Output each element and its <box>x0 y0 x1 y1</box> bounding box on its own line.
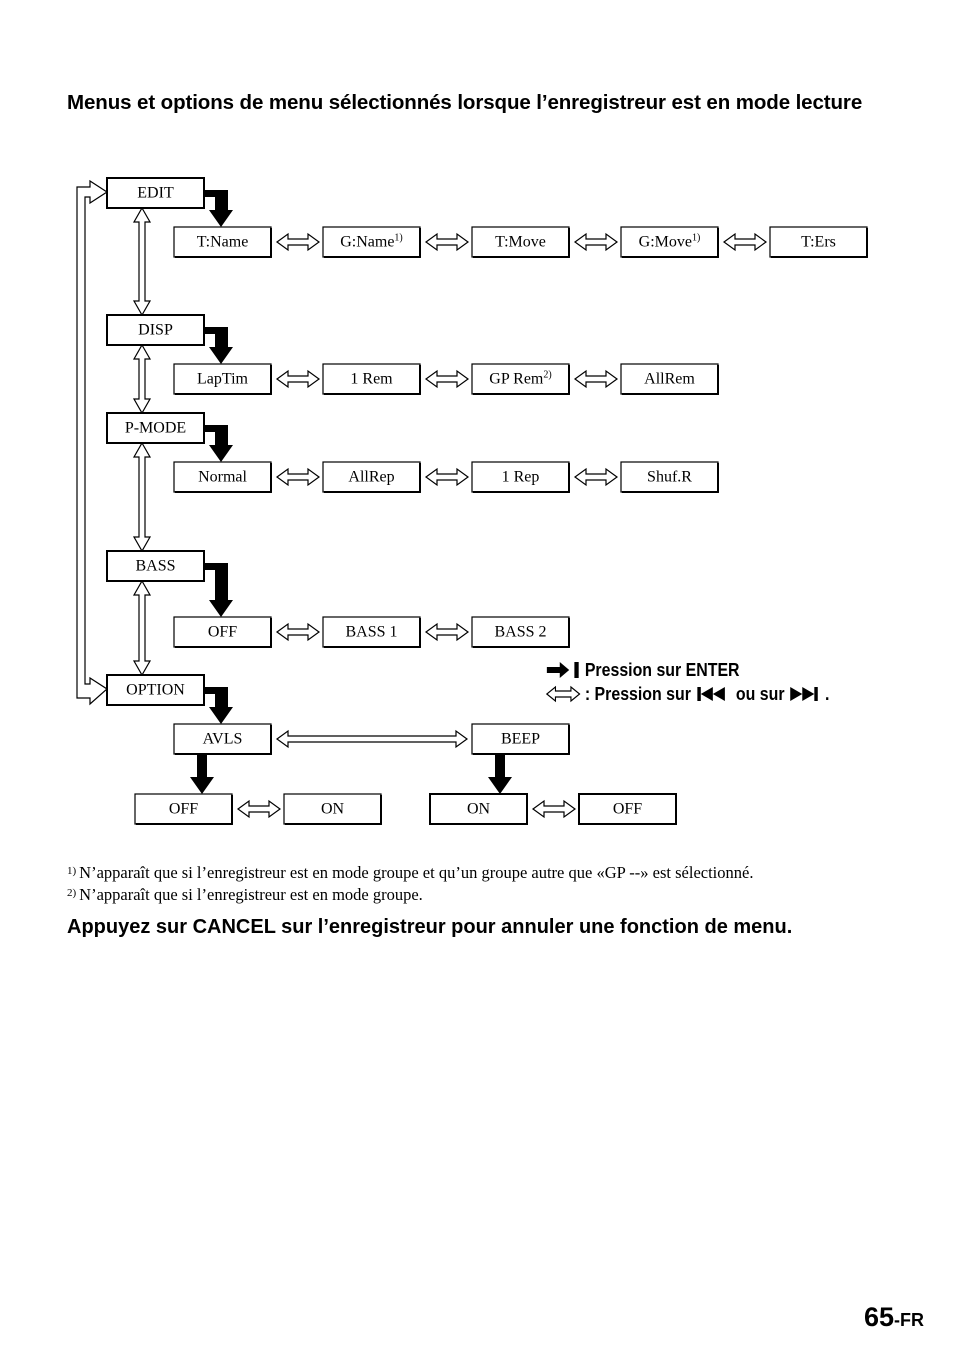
skip-next-icon <box>789 683 825 704</box>
menu-item-pmode-label: P-MODE <box>125 420 186 437</box>
option-bass-0-label: OFF <box>208 624 237 641</box>
vertical-double-arrow-icon <box>132 579 152 677</box>
option-pmode-0-label: Normal <box>198 469 247 486</box>
avls-on-label: ON <box>321 801 345 818</box>
double-arrow-icon <box>573 467 619 487</box>
double-arrow-icon <box>275 467 321 487</box>
enter-arrow-icon <box>488 754 512 794</box>
option-edit-1-label: G:Name1) <box>340 233 403 251</box>
option-disp-1-label: 1 Rem <box>350 371 393 388</box>
enter-arrow-icon <box>204 190 233 227</box>
enter-arrow-icon <box>204 687 233 724</box>
double-arrow-icon <box>424 232 470 252</box>
legend-skip-text: : Pression sur <box>584 683 691 704</box>
double-arrow-icon <box>722 232 768 252</box>
skip-previous-icon <box>695 683 731 704</box>
option-edit-3-label: G:Move1) <box>639 233 701 251</box>
long-double-arrow-icon <box>275 729 469 749</box>
option-disp-3-label: AllRem <box>644 371 695 388</box>
double-arrow-icon <box>545 683 581 704</box>
footnote-text: N’apparaît que si l’enregistreur est en … <box>79 863 754 882</box>
double-arrow-icon <box>236 799 282 819</box>
legend-skip-or: ou sur <box>735 683 785 704</box>
footnotes: 1) N’apparaît que si l’enregistreur est e… <box>67 861 907 905</box>
legend-skip-end: . <box>825 683 830 704</box>
menu-item-disp-label: DISP <box>138 322 173 339</box>
option-pmode-3-label: Shuf.R <box>647 469 692 486</box>
vertical-double-arrow-icon <box>132 343 152 415</box>
double-arrow-icon <box>275 622 321 642</box>
menu-item-bass-label: BASS <box>135 558 175 575</box>
menu-item-option-label: OPTION <box>126 682 185 699</box>
beep-on-label: ON <box>467 801 491 818</box>
option-edit-0-label: T:Name <box>197 234 249 251</box>
vertical-double-arrow-icon <box>132 206 152 317</box>
cancel-note: Appuyez sur CANCEL sur l’enregistreur po… <box>67 916 793 938</box>
menu-diagram: EDIT DISP P-MODE BASS OPTION T:Name G:Name1) T:… <box>76 177 868 825</box>
double-arrow-icon <box>424 369 470 389</box>
enter-arrow-icon <box>204 425 233 462</box>
option-beep-label: BEEP <box>501 731 540 748</box>
footnote-mark: 1) <box>67 865 77 877</box>
page-number: 65-FR <box>864 1302 924 1333</box>
option-bass-2-label: BASS 2 <box>494 624 546 641</box>
option-pmode-1-label: AllRep <box>348 469 394 486</box>
option-disp-2-label: GP Rem2) <box>489 370 551 388</box>
option-avls-label: AVLS <box>203 731 243 748</box>
page-number-suffix: -FR <box>894 1310 924 1330</box>
legend-enter: Pression sur ENTER <box>546 659 740 681</box>
footnote-1: 1) N’apparaît que si l’enregistreur est e… <box>67 861 907 883</box>
double-arrow-icon <box>531 799 577 819</box>
beep-off-label: OFF <box>613 801 642 818</box>
enter-arrow-icon <box>546 659 580 680</box>
enter-arrow-icon <box>190 754 214 794</box>
double-arrow-icon <box>424 622 470 642</box>
option-bass-1-label: BASS 1 <box>345 624 397 641</box>
double-arrow-icon <box>275 232 321 252</box>
footnote-mark: 2) <box>67 887 77 899</box>
vertical-double-arrow-icon <box>132 441 152 553</box>
footnote-text: N’apparaît que si l’enregistreur est en … <box>79 885 423 904</box>
page-number-value: 65 <box>863 1302 894 1332</box>
enter-arrow-icon <box>204 563 233 617</box>
double-arrow-icon <box>275 369 321 389</box>
option-pmode-2-label: 1 Rep <box>502 469 540 486</box>
option-edit-2-label: T:Move <box>495 234 546 251</box>
option-disp-0-label: LapTim <box>197 371 249 388</box>
double-arrow-icon <box>424 467 470 487</box>
option-edit-4-label: T:Ers <box>801 234 836 251</box>
legend-skip: : Pression sur ou sur . <box>545 683 830 705</box>
double-arrow-icon <box>573 369 619 389</box>
loop-arrow-icon <box>76 179 109 706</box>
menu-item-edit-label: EDIT <box>137 185 174 202</box>
legend-enter-text: Pression sur ENTER <box>584 659 740 680</box>
double-arrow-icon <box>573 232 619 252</box>
enter-arrow-icon <box>204 327 233 364</box>
footnote-2: 2) N’apparaît que si l’enregistreur est e… <box>67 883 907 905</box>
avls-off-label: OFF <box>169 801 198 818</box>
